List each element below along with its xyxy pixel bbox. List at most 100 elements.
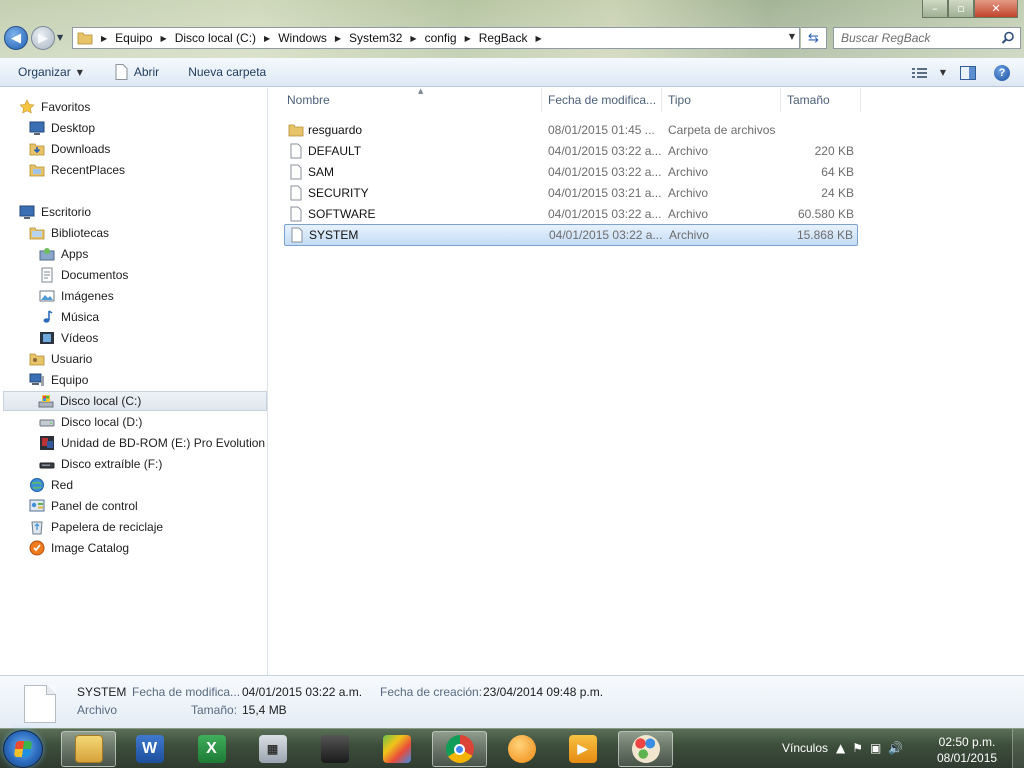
open-button[interactable]: Abrir	[115, 64, 159, 80]
back-button[interactable]: ◀	[4, 26, 28, 50]
network-icon[interactable]: ▣	[870, 741, 881, 755]
chevron-right-icon[interactable]: ▶	[465, 34, 471, 43]
nav-recycle-bin[interactable]: Papelera de reciclaje	[29, 517, 163, 537]
nav-favorites[interactable]: Favoritos	[19, 97, 90, 117]
nav-documents[interactable]: Documentos	[39, 265, 128, 285]
details-size-value: 15,4 MB	[242, 703, 287, 717]
file-name: resguardo	[308, 123, 363, 137]
column-header-size[interactable]: Tamaño	[781, 88, 861, 112]
taskbar-bluestacks[interactable]	[369, 731, 424, 767]
chevron-right-icon[interactable]: ▶	[161, 34, 167, 43]
nav-disk-d[interactable]: Disco local (D:)	[39, 412, 142, 432]
chevron-right-icon[interactable]: ▶	[264, 34, 270, 43]
nav-computer[interactable]: Equipo	[29, 370, 88, 390]
nav-escritorio[interactable]: Escritorio	[19, 202, 91, 222]
nav-removable[interactable]: Disco extraíble (F:)	[39, 454, 162, 474]
file-row-system[interactable]: SYSTEM 04/01/2015 03:22 a... Archivo 15.…	[284, 224, 858, 246]
close-button[interactable]: ✕	[974, 0, 1018, 18]
chevron-right-icon[interactable]: ▶	[335, 34, 341, 43]
taskbar-game[interactable]	[307, 731, 362, 767]
taskbar-media-app[interactable]	[494, 731, 549, 767]
user-folder-icon	[29, 353, 45, 366]
breadcrumb-disco-c[interactable]: Disco local (C:)	[175, 31, 256, 45]
search-icon[interactable]	[1001, 31, 1015, 45]
taskbar-paint[interactable]	[618, 731, 673, 767]
show-desktop-button[interactable]	[1012, 729, 1024, 768]
breadcrumb-regback[interactable]: RegBack	[479, 31, 528, 45]
control-panel-icon	[29, 499, 45, 512]
nav-recent-places[interactable]: RecentPlaces	[29, 160, 125, 180]
taskbar-chrome[interactable]	[432, 731, 487, 767]
nav-libraries[interactable]: Bibliotecas	[29, 223, 109, 243]
maximize-button[interactable]: ▫	[948, 0, 974, 18]
file-row-default[interactable]: DEFAULT 04/01/2015 03:22 a... Archivo 22…	[284, 141, 858, 161]
new-folder-button[interactable]: Nueva carpeta	[188, 65, 266, 79]
windows-drive-icon	[38, 395, 54, 408]
chevron-right-icon[interactable]: ▶	[101, 34, 107, 43]
nav-user-label: Usuario	[51, 352, 93, 366]
column-name-label: Nombre	[287, 93, 330, 107]
file-row-resguardo[interactable]: resguardo 08/01/2015 01:45 ... Carpeta d…	[284, 120, 858, 140]
column-type-label: Tipo	[668, 93, 691, 107]
nav-disk-c[interactable]: Disco local (C:)	[3, 391, 267, 411]
search-box[interactable]	[833, 27, 1021, 49]
refresh-button[interactable]: ⇆	[801, 27, 827, 49]
organize-button[interactable]: Organizar ▼	[18, 65, 83, 79]
column-header-name[interactable]: Nombre ▲	[281, 87, 542, 112]
nav-music[interactable]: Música	[39, 307, 99, 327]
column-header-date[interactable]: Fecha de modifica...	[542, 88, 662, 112]
taskbar-explorer[interactable]	[61, 731, 116, 767]
notification-area: ▲ ⚑ ▣ 🔊	[836, 741, 903, 755]
chevron-right-icon[interactable]: ▶	[410, 34, 416, 43]
search-input[interactable]	[841, 31, 1001, 45]
nav-images[interactable]: Imágenes	[39, 286, 114, 306]
breadcrumb-config[interactable]: config	[425, 31, 457, 45]
help-button[interactable]: ?	[994, 64, 1010, 81]
taskbar-calculator[interactable]: ▦	[245, 731, 300, 767]
chevron-right-icon[interactable]: ▶	[535, 34, 541, 43]
library-icon	[29, 227, 45, 240]
caret-down-icon[interactable]: ▼	[940, 68, 946, 77]
change-view-button[interactable]: ▼	[911, 67, 946, 79]
start-button[interactable]	[3, 730, 43, 768]
caret-down-icon: ▼	[76, 67, 83, 77]
taskbar-word[interactable]: W	[122, 731, 177, 767]
preview-pane-button[interactable]	[960, 65, 976, 80]
speaker-icon[interactable]: 🔊	[888, 741, 903, 755]
recent-pages-dropdown[interactable]: ▼	[57, 33, 63, 42]
breadcrumb-equipo[interactable]: Equipo	[115, 31, 152, 45]
video-player-icon: ▶	[568, 735, 597, 763]
file-row-security[interactable]: SECURITY 04/01/2015 03:21 a... Archivo 2…	[284, 183, 858, 203]
nav-user[interactable]: Usuario	[29, 349, 92, 369]
file-row-sam[interactable]: SAM 04/01/2015 03:22 a... Archivo 64 KB	[284, 162, 858, 182]
nav-desktop[interactable]: Desktop	[29, 118, 95, 138]
nav-network[interactable]: Red	[29, 475, 73, 495]
nav-downloads[interactable]: Downloads	[29, 139, 110, 159]
show-hidden-icons-icon[interactable]: ▲	[836, 741, 845, 755]
flag-icon[interactable]: ⚑	[852, 741, 863, 755]
nav-control-panel[interactable]: Panel de control	[29, 496, 138, 516]
film-icon	[40, 332, 54, 344]
column-header-type[interactable]: Tipo	[662, 88, 781, 112]
calculator-icon: ▦	[258, 735, 287, 763]
links-toolbar-label[interactable]: Vínculos	[782, 741, 828, 755]
file-icon	[290, 143, 302, 159]
document-icon	[115, 64, 128, 80]
taskbar-excel[interactable]: X	[184, 731, 239, 767]
chevron-down-icon[interactable]: ▼	[789, 32, 795, 41]
forward-button[interactable]: ▶	[31, 26, 55, 50]
breadcrumb-system32[interactable]: System32	[349, 31, 402, 45]
network-globe-icon	[30, 478, 44, 492]
file-row-software[interactable]: SOFTWARE 04/01/2015 03:22 a... Archivo 6…	[284, 204, 858, 224]
file-size: 24 KB	[821, 186, 854, 200]
address-bar[interactable]: ▶ Equipo ▶ Disco local (C:) ▶ Windows ▶ …	[72, 27, 800, 49]
nav-bd-rom[interactable]: Unidad de BD-ROM (E:) Pro Evolution S	[39, 433, 276, 453]
nav-apps[interactable]: Apps	[39, 244, 88, 264]
nav-videos[interactable]: Vídeos	[39, 328, 98, 348]
breadcrumb-windows[interactable]: Windows	[278, 31, 327, 45]
taskbar-video-player[interactable]: ▶	[555, 731, 610, 767]
minimize-button[interactable]: –	[922, 0, 948, 18]
game-disc-icon	[40, 436, 54, 450]
nav-image-catalog[interactable]: Image Catalog	[29, 538, 129, 558]
clock[interactable]: 02:50 p.m. 08/01/2015	[937, 734, 997, 766]
